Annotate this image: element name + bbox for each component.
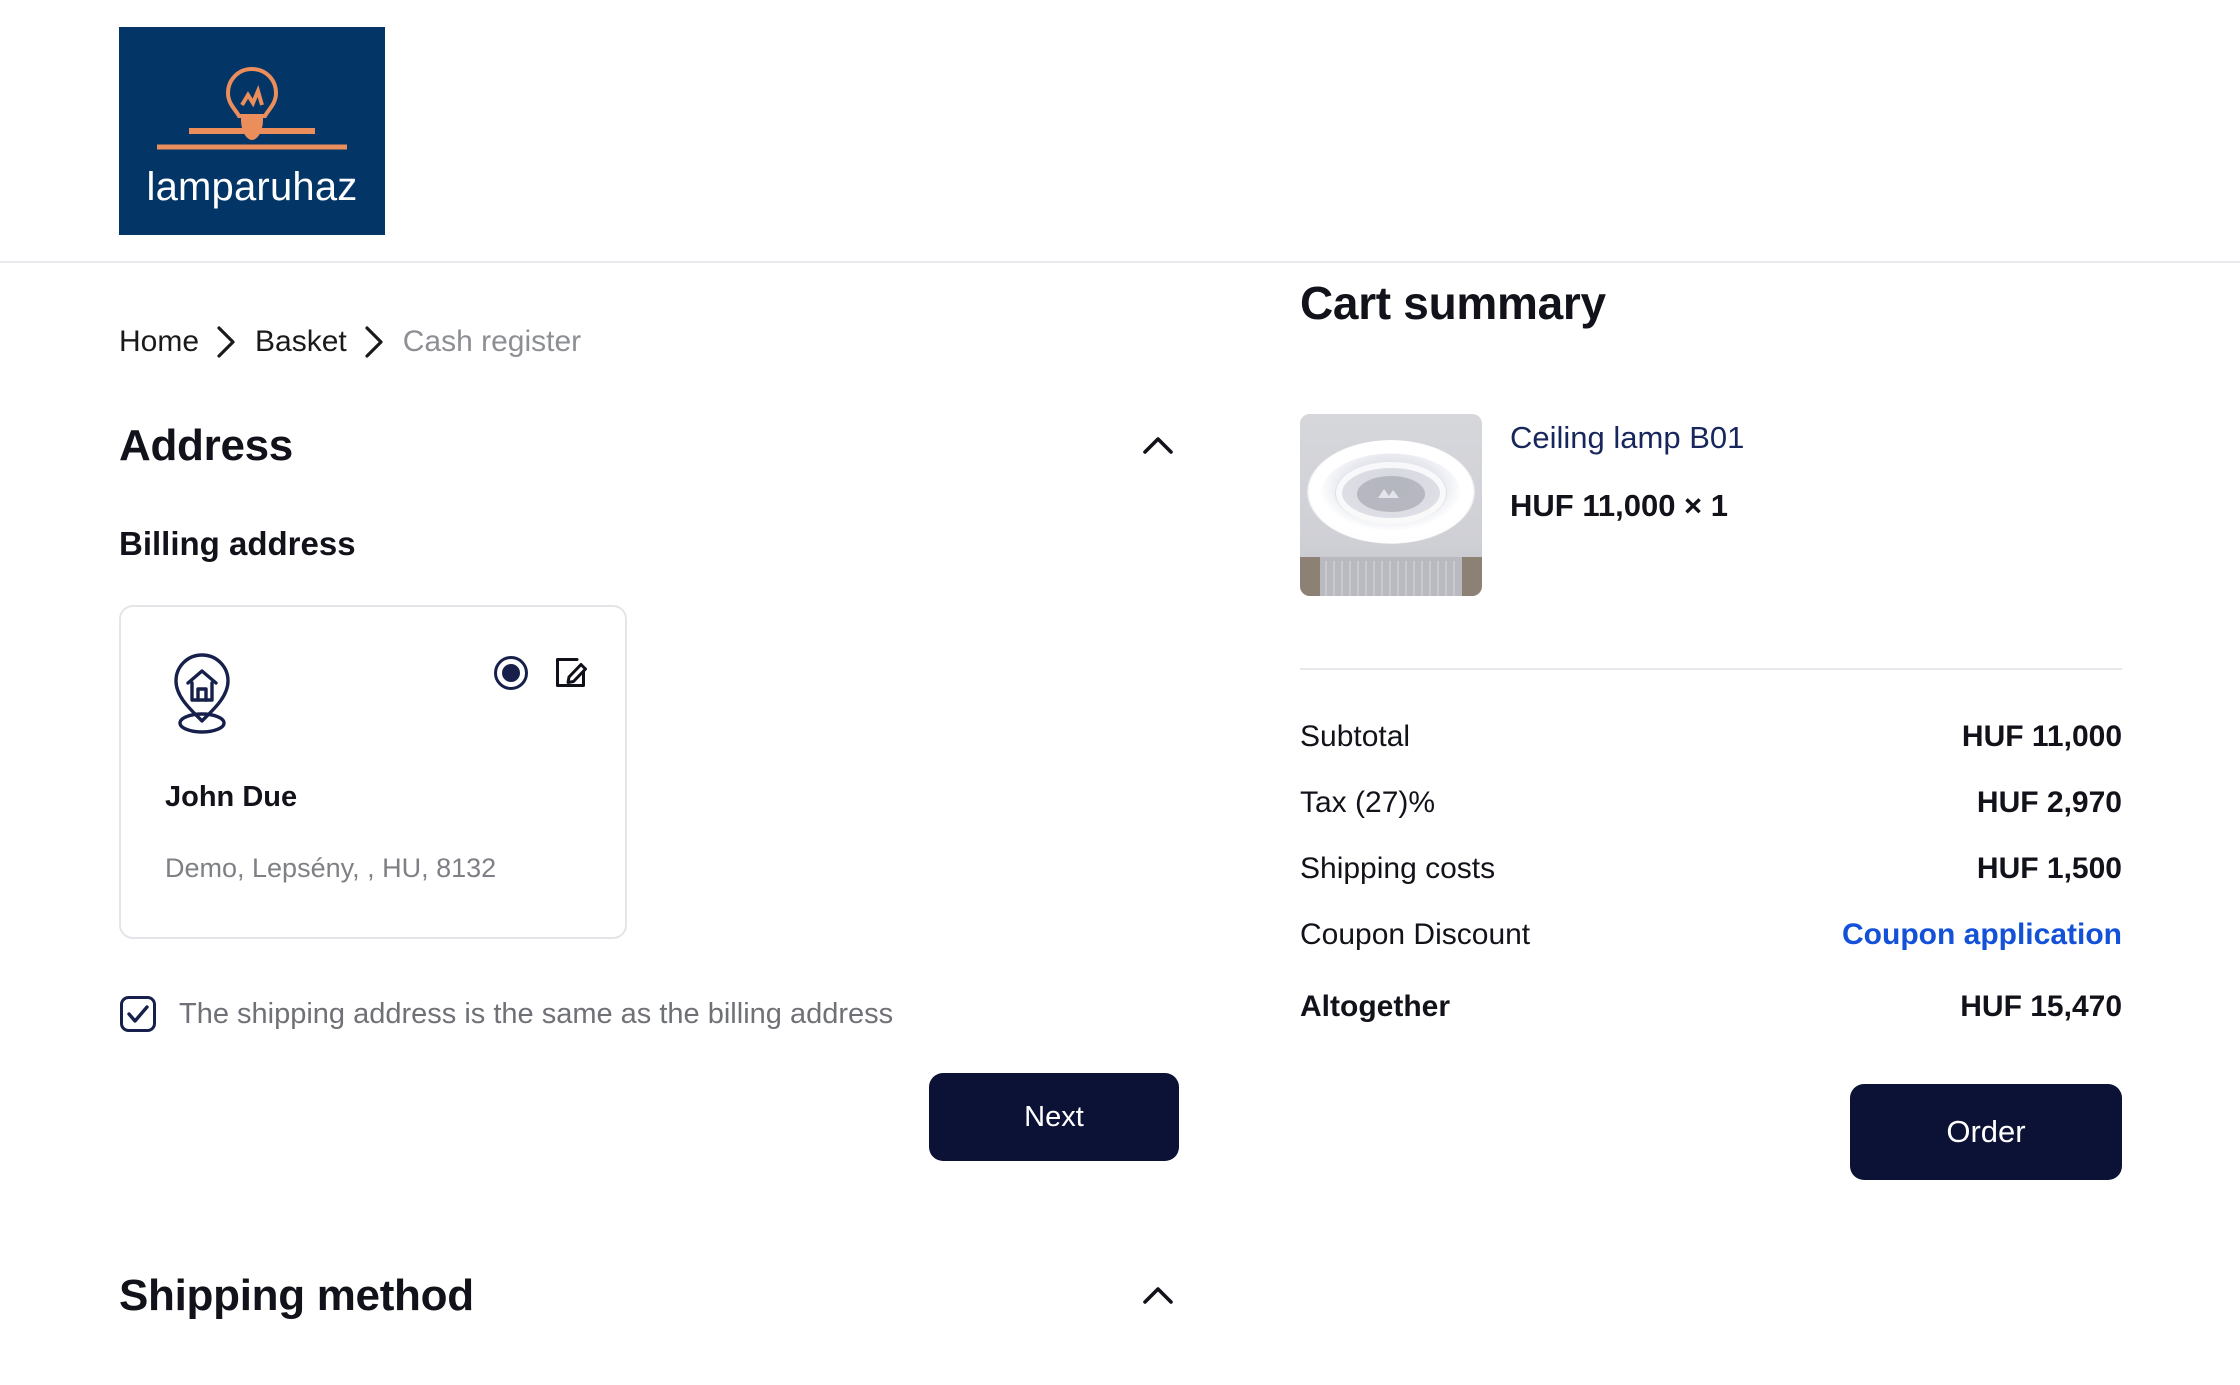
billing-address-card[interactable]: John Due Demo, Lepsény, , HU, 8132 (119, 605, 627, 939)
cart-summary-column: Cart summary Ceiling lamp B01 HUF 11,000… (1300, 263, 2122, 1180)
cart-item-name[interactable]: Ceiling lamp B01 (1510, 420, 1744, 456)
order-button-row: Order (1300, 1084, 2122, 1180)
address-card-address: Demo, Lepsény, , HU, 8132 (165, 853, 497, 883)
cart-item-price: HUF 11,000 × 1 (1510, 488, 1728, 523)
breadcrumb-item-cash-register: Cash register (402, 325, 582, 358)
lightbulb-icon (137, 55, 367, 165)
site-logo[interactable]: lamparuhaz (119, 27, 385, 235)
breadcrumb: Home Basket Cash register (119, 263, 1179, 359)
next-button-row: Next (119, 1073, 1179, 1161)
chevron-up-icon[interactable] (1137, 1275, 1179, 1317)
edit-pencil-icon[interactable] (553, 656, 587, 690)
shipping-method-section-title: Shipping method (119, 1271, 474, 1320)
checkout-left-column: Home Basket Cash register Address Billin… (119, 263, 1179, 1321)
totals-row-altogether: Altogether HUF 15,470 (1300, 968, 2122, 1040)
checkout-page: lamparuhaz Home Basket Cash register Add… (0, 0, 2240, 1385)
totals-row-coupon: Coupon Discount Coupon application (1300, 902, 2122, 968)
shipping-costs-label: Shipping costs (1300, 852, 1496, 885)
logo-wordmark: lamparuhaz (146, 165, 358, 209)
same-shipping-address-label: The shipping address is the same as the … (179, 997, 894, 1030)
breadcrumb-item-home[interactable]: Home (119, 327, 199, 357)
chevron-right-icon (363, 325, 387, 359)
altogether-label: Altogether (1300, 990, 1450, 1023)
next-button[interactable]: Next (929, 1073, 1179, 1161)
home-pin-icon (165, 649, 239, 741)
radio-selected-icon[interactable] (493, 655, 529, 691)
totals-row-subtotal: Subtotal HUF 11,000 (1300, 704, 2122, 770)
cart-totals: Subtotal HUF 11,000 Tax (27)% HUF 2,970 … (1300, 704, 2122, 1040)
ceiling-lamp-photo[interactable] (1300, 414, 1482, 596)
altogether-value: HUF 15,470 (1960, 990, 2122, 1023)
billing-address-title: Billing address (119, 525, 356, 562)
address-card-actions (493, 655, 587, 691)
address-section-title: Address (119, 421, 293, 470)
shipping-costs-value: HUF 1,500 (1976, 852, 2122, 885)
address-card-name: John Due (165, 781, 298, 813)
chevron-right-icon (215, 325, 239, 359)
chevron-up-icon[interactable] (1137, 425, 1179, 467)
subtotal-label: Subtotal (1300, 720, 1411, 753)
same-shipping-address-row[interactable]: The shipping address is the same as the … (119, 995, 1179, 1033)
site-header: lamparuhaz (0, 0, 2240, 263)
cart-summary-title: Cart summary (1300, 277, 1606, 329)
address-section-header[interactable]: Address (119, 421, 1179, 471)
breadcrumb-item-basket[interactable]: Basket (255, 327, 347, 357)
cart-divider (1300, 668, 2122, 670)
coupon-application-link[interactable]: Coupon application (1842, 918, 2122, 952)
cart-line-item: Ceiling lamp B01 HUF 11,000 × 1 (1300, 414, 2122, 596)
cart-item-info: Ceiling lamp B01 HUF 11,000 × 1 (1510, 414, 1744, 524)
order-button[interactable]: Order (1850, 1084, 2122, 1180)
coupon-discount-label: Coupon Discount (1300, 918, 1531, 951)
totals-row-tax: Tax (27)% HUF 2,970 (1300, 770, 2122, 836)
subtotal-value: HUF 11,000 (1961, 720, 2122, 753)
shipping-method-section-header[interactable]: Shipping method (119, 1271, 1179, 1321)
totals-row-shipping: Shipping costs HUF 1,500 (1300, 836, 2122, 902)
tax-value: HUF 2,970 (1976, 786, 2122, 819)
checkbox-checked-icon[interactable] (119, 995, 157, 1033)
tax-label: Tax (27)% (1300, 786, 1436, 819)
